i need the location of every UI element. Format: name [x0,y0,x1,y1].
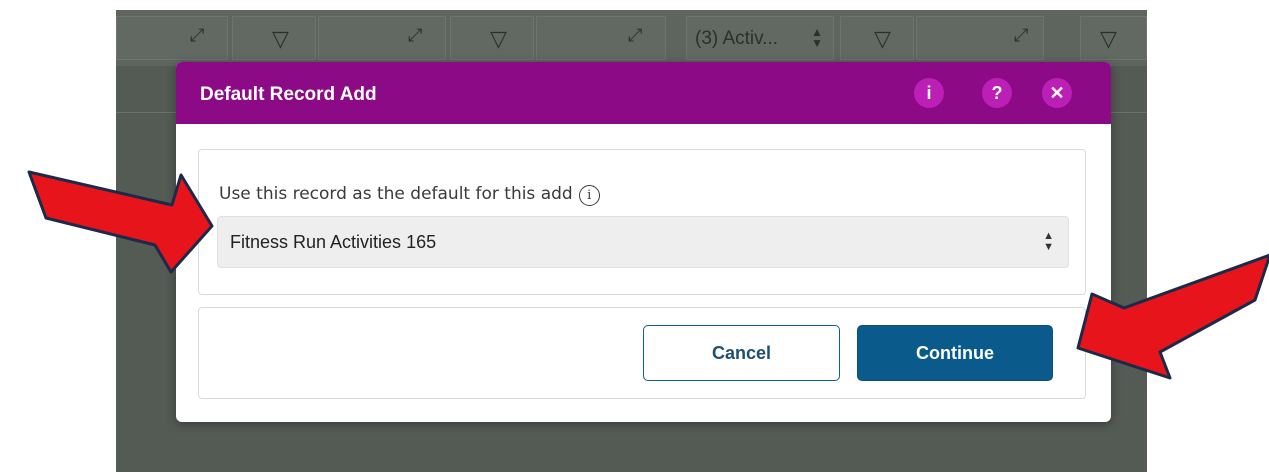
right-annotation-arrow [1076,253,1269,380]
left-annotation-arrow [27,170,214,274]
annotation-arrows [27,170,1269,380]
screenshot-stage: ⤢ ▽ ⤢ ▽ ⤢ (3) Activ... ▲ ▼ ▽ ⤢ ▽ Default … [0,0,1269,472]
